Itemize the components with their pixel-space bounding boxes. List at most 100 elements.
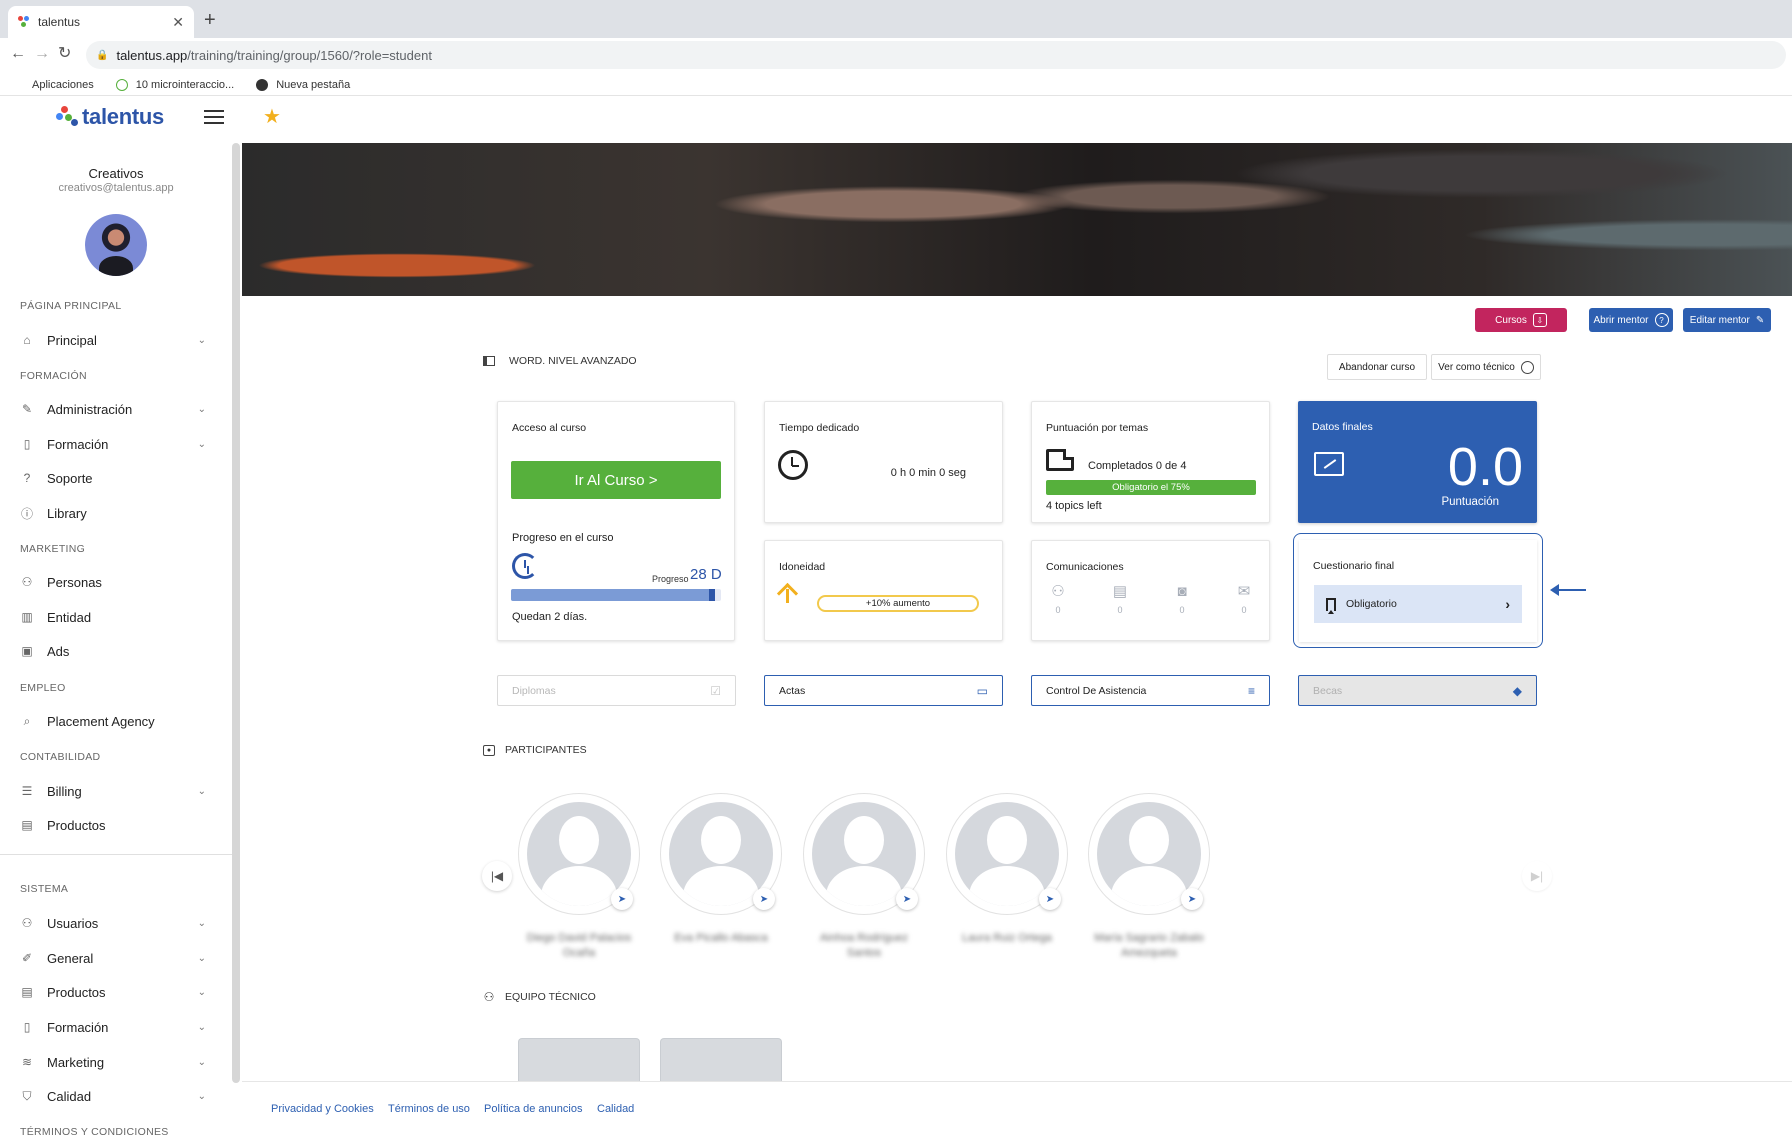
reload-icon[interactable]: ↻ (58, 44, 71, 64)
sidebar-item-principal[interactable]: ⌂ Principal ⌄ (20, 328, 210, 352)
scholarships-button[interactable]: Becas ◆ (1298, 675, 1537, 706)
comm-video[interactable]: ◙ 0 (1170, 583, 1194, 615)
close-tab-icon[interactable]: ✕ (172, 14, 184, 31)
required-percentage-bar: Obligatorio el 75% (1046, 480, 1256, 495)
sidebar-item-calidad[interactable]: ⛉ Calidad ⌄ (20, 1084, 210, 1108)
card-title: Acceso al curso (512, 422, 587, 434)
sidebar-item-library[interactable]: ⓘ Library (20, 501, 210, 525)
chevron-down-icon: ⌄ (197, 1090, 206, 1102)
sidebar-item-system-marketing[interactable]: ≋ Marketing ⌄ (20, 1050, 210, 1074)
chevron-down-icon: ⌄ (197, 438, 206, 450)
open-mentor-button[interactable]: Abrir mentor ? (1589, 308, 1673, 332)
bookmark-apps[interactable]: Aplicaciones (12, 79, 94, 91)
comm-count: 0 (1117, 605, 1123, 615)
sidebar-item-entidad[interactable]: ▥ Entidad (20, 605, 210, 629)
sidebar-item-label: Productos (47, 984, 106, 1000)
logo-mark-icon (56, 105, 80, 129)
sidebar-item-placement-agency[interactable]: ⌕ Placement Agency (20, 709, 210, 733)
abandon-course-button[interactable]: Abandonar curso (1327, 354, 1427, 380)
participant-card[interactable]: ➤ Ainhoa Rodríguez Santos (803, 793, 925, 961)
tech-member-card[interactable] (660, 1038, 782, 1082)
sidebar-item-personas[interactable]: ⚇ Personas (20, 570, 210, 594)
logo-text: talentus (82, 104, 164, 129)
sidebar-item-label: General (47, 950, 94, 966)
ads-policy-link[interactable]: Política de anuncios (484, 1103, 582, 1115)
cursos-button[interactable]: Cursos ⇩ (1475, 308, 1567, 332)
carousel-last-button[interactable]: ▶| (1522, 861, 1552, 891)
send-message-icon[interactable]: ➤ (1181, 888, 1203, 910)
scholarships-label: Becas (1313, 684, 1343, 697)
chevron-down-icon: ⌄ (197, 785, 206, 797)
communications-card: Comunicaciones ⚇ 0 ▤ 0 ◙ 0 ✉ 0 (1031, 540, 1270, 641)
bookmark-new-tab[interactable]: Nueva pestaña (256, 79, 350, 91)
edit-mentor-button[interactable]: Editar mentor ✎ (1683, 308, 1771, 332)
bookmark-microinteractions[interactable]: 10 microinteraccio... (115, 79, 234, 91)
user-email: creativos@talentus.app (58, 182, 174, 194)
diplomas-button[interactable]: Diplomas ☑ (497, 675, 736, 706)
card-title: Comunicaciones (1046, 561, 1124, 573)
address-bar[interactable]: 🔒 talentus.app/training/training/group/1… (86, 41, 1786, 69)
minutes-button[interactable]: Actas ▭ (764, 675, 1003, 706)
terms-link[interactable]: Términos de uso (388, 1103, 470, 1115)
pencil-ruler-icon: ✎ (21, 402, 33, 416)
sidebar-item-ads[interactable]: ▣ Ads (20, 639, 210, 663)
sidebar-item-label: Soporte (47, 470, 93, 486)
card-title: Datos finales (1312, 421, 1373, 433)
abandon-course-label: Abandonar curso (1338, 361, 1416, 373)
tech-member-card[interactable] (518, 1038, 640, 1082)
help-circle-icon: ? (1654, 313, 1669, 327)
sidebar-item-soporte[interactable]: ? Soporte (20, 466, 210, 490)
mail-icon: ✉ (1237, 583, 1251, 600)
checklist-icon: ≡ (1247, 683, 1255, 698)
sidebar-scrollbar[interactable] (232, 143, 240, 1083)
sidebar-item-label: Productos (47, 817, 106, 833)
quality-link[interactable]: Calidad (597, 1103, 634, 1115)
help-icon: ? (23, 471, 31, 485)
sidebar-item-billing[interactable]: ☰ Billing ⌄ (20, 779, 210, 803)
participant-card[interactable]: ➤ Diego David Palacios Ocaña (518, 793, 640, 961)
send-message-icon[interactable]: ➤ (611, 888, 633, 910)
product-box-icon: ▤ (21, 985, 33, 999)
back-arrow-icon[interactable]: ← (10, 44, 26, 64)
product-box-icon: ▤ (21, 818, 33, 832)
send-message-icon[interactable]: ➤ (1039, 888, 1061, 910)
comm-mail[interactable]: ✉ 0 (1232, 583, 1256, 615)
sidebar-item-usuarios[interactable]: ⚇ Usuarios ⌄ (20, 911, 210, 935)
carousel-first-button[interactable]: |◀ (482, 861, 512, 891)
comm-people[interactable]: ⚇ 0 (1046, 583, 1070, 615)
favorite-star-icon[interactable]: ★ (263, 104, 281, 129)
forward-arrow-icon[interactable]: → (34, 44, 50, 64)
go-to-course-button[interactable]: Ir Al Curso > (511, 461, 721, 499)
sidebar-item-label: Library (47, 505, 87, 521)
participant-card[interactable]: ➤ Eva Picallo Abasca (660, 793, 782, 946)
send-message-icon[interactable]: ➤ (753, 888, 775, 910)
send-message-icon[interactable]: ➤ (896, 888, 918, 910)
comm-chat[interactable]: ▤ 0 (1108, 583, 1132, 615)
sidebar-item-productos[interactable]: ▤ Productos (20, 813, 210, 837)
sidebar-item-administracion[interactable]: ✎ Administración ⌄ (20, 397, 210, 421)
user-avatar[interactable] (85, 214, 147, 276)
attendance-button[interactable]: Control De Asistencia ≡ (1031, 675, 1270, 706)
sidebar-item-system-productos[interactable]: ▤ Productos ⌄ (20, 980, 210, 1004)
cursos-label: Cursos (1495, 314, 1527, 326)
sidebar-item-general[interactable]: ✐ General ⌄ (20, 946, 210, 970)
days-remaining: Quedan 2 días. (512, 611, 588, 623)
talentus-logo[interactable]: talentus (56, 104, 164, 130)
participant-name: Diego David Palacios Ocaña (526, 932, 632, 959)
course-progress-fill (511, 589, 715, 601)
sidebar-item-system-formacion[interactable]: ▯ Formación ⌄ (20, 1015, 210, 1039)
mandatory-quiz-row[interactable]: Obligatorio › (1314, 585, 1522, 623)
video-icon: ◙ (1177, 583, 1187, 600)
menu-toggle-icon[interactable] (204, 110, 224, 124)
browser-tab[interactable]: talentus ✕ (8, 6, 194, 38)
view-as-tech-button[interactable]: Ver como técnico (1431, 354, 1541, 380)
participant-card[interactable]: ➤ Laura Ruiz Ortega (946, 793, 1068, 946)
chevron-down-icon: ⌄ (197, 334, 206, 346)
new-tab-button[interactable]: + (204, 8, 216, 32)
participant-card[interactable]: ➤ María Sagrario Zabalo Amezqueta (1088, 793, 1210, 961)
course-title-text: WORD. NIVEL AVANZADO (509, 355, 637, 367)
chevron-down-icon: ⌄ (197, 952, 206, 964)
sidebar-item-formacion[interactable]: ▯ Formación ⌄ (20, 432, 210, 456)
card-icon: ▭ (976, 683, 988, 698)
privacy-link[interactable]: Privacidad y Cookies (271, 1103, 374, 1115)
